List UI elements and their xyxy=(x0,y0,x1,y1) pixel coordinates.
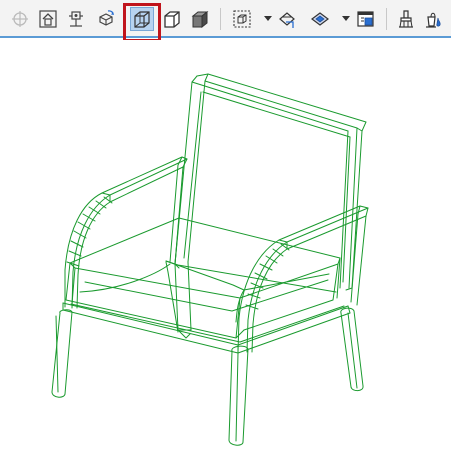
seat-cushion xyxy=(65,217,341,339)
seat-frame xyxy=(59,302,355,354)
home-icon xyxy=(39,10,57,28)
marquee-box-icon xyxy=(233,10,251,28)
shaded-button[interactable] xyxy=(188,7,212,31)
surface-painter-button[interactable] xyxy=(308,7,332,31)
camera-person-icon xyxy=(69,11,83,27)
cutting-planes-button[interactable] xyxy=(276,7,300,31)
export-view-button[interactable] xyxy=(354,7,378,31)
surface-dropdown-button[interactable] xyxy=(341,13,350,25)
perspective-camera-button[interactable] xyxy=(64,7,88,31)
plan-view-button[interactable] xyxy=(8,7,32,31)
shaded-box-icon xyxy=(191,10,209,29)
surface-paint-icon xyxy=(311,12,329,26)
styles-button[interactable] xyxy=(394,7,418,31)
hidden-line-box-icon xyxy=(164,11,180,28)
hidden-line-button[interactable] xyxy=(160,7,184,31)
plan-target-icon xyxy=(12,11,28,27)
toolbar-separator xyxy=(386,8,387,30)
export-window-icon xyxy=(357,11,374,27)
caret-down-icon xyxy=(263,16,272,21)
materials-button[interactable] xyxy=(422,7,446,31)
brush-icon xyxy=(399,10,413,28)
caret-down-icon xyxy=(341,16,350,21)
marquee-button[interactable] xyxy=(230,7,254,31)
home-view-button[interactable] xyxy=(36,7,60,31)
armchair-wireframe xyxy=(51,73,369,446)
wireframe-box-icon xyxy=(134,11,150,28)
3d-viewport[interactable] xyxy=(0,40,451,467)
orbit-icon xyxy=(99,10,114,26)
marquee-dropdown-button[interactable] xyxy=(263,13,272,25)
paint-bucket-icon xyxy=(426,12,441,28)
explore-3d-button[interactable] xyxy=(94,7,118,31)
toolbar-separator xyxy=(220,8,221,30)
cutting-plane-icon xyxy=(279,12,295,28)
chair-legs xyxy=(51,261,364,446)
wireframe-button[interactable] xyxy=(130,7,154,31)
view-toolbar xyxy=(0,0,451,42)
